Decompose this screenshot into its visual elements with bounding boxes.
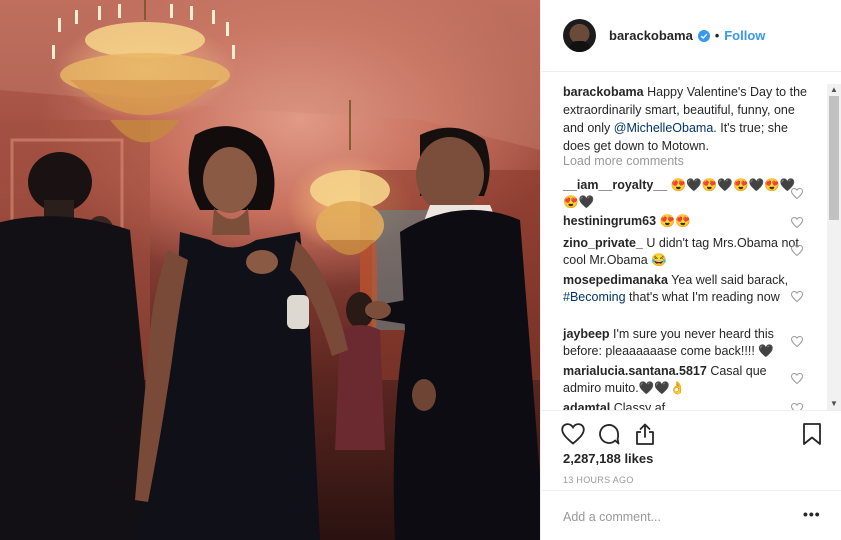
comment-item: marialucia.santana.5817 Casal que admiro… bbox=[563, 363, 803, 397]
comment-item: jaybeep I'm sure you never heard this be… bbox=[563, 326, 803, 360]
post-timestamp[interactable]: 13 HOURS AGO bbox=[563, 475, 634, 485]
comment-item: zino_private_ U didn't tag Mrs.Obama not… bbox=[563, 235, 803, 269]
comment-text: Classy af bbox=[613, 401, 666, 410]
header-username[interactable]: barackobama bbox=[609, 28, 693, 43]
chandelier-small bbox=[310, 100, 390, 255]
scroll-down-arrow-icon[interactable]: ▼ bbox=[827, 398, 841, 410]
comment-username[interactable]: adamtal bbox=[563, 401, 610, 410]
comment-bubble-icon[interactable] bbox=[597, 422, 621, 446]
avatar[interactable] bbox=[563, 19, 596, 52]
post-photo[interactable] bbox=[0, 0, 540, 540]
bookmark-save-icon[interactable] bbox=[800, 422, 824, 446]
comments-area[interactable]: barackobama Happy Valentine's Day to the… bbox=[541, 73, 841, 410]
scroll-up-arrow-icon[interactable]: ▲ bbox=[827, 84, 841, 96]
comment-username[interactable]: zino_private_ bbox=[563, 236, 643, 250]
comment-text: Yea well said barack, bbox=[671, 273, 789, 287]
post-sidebar: barackobama • Follow barackobama Happy V… bbox=[540, 0, 841, 540]
caption-username[interactable]: barackobama bbox=[563, 85, 644, 99]
post-header: barackobama • Follow bbox=[541, 0, 841, 72]
caption-mention-link[interactable]: @MichelleObama bbox=[614, 121, 714, 135]
comment-username[interactable]: hestiningrum63 bbox=[563, 214, 656, 228]
comment-text: that's what I'm reading now bbox=[629, 290, 780, 304]
comment-item: hestiningrum63 😍😍 bbox=[563, 213, 803, 230]
comment-text: 😍😍 bbox=[659, 214, 691, 228]
like-comment-heart-icon[interactable] bbox=[791, 403, 803, 410]
photo-illustration bbox=[0, 0, 540, 540]
like-comment-heart-icon[interactable] bbox=[791, 245, 803, 256]
like-comment-heart-icon[interactable] bbox=[791, 373, 803, 384]
likes-count[interactable]: 2,287,188 likes bbox=[563, 451, 653, 466]
comment-hashtag-link[interactable]: #Becoming bbox=[563, 290, 626, 304]
load-more-comments-button[interactable]: Load more comments bbox=[563, 154, 684, 168]
comments-scrollbar[interactable]: ▲ ▼ bbox=[827, 84, 841, 410]
comment-item: adamtal Classy af bbox=[563, 400, 803, 410]
like-comment-heart-icon[interactable] bbox=[791, 336, 803, 347]
verified-badge-icon bbox=[697, 29, 710, 42]
add-comment-bar: ••• bbox=[541, 490, 841, 540]
like-heart-icon[interactable] bbox=[561, 422, 585, 446]
share-icon[interactable] bbox=[633, 422, 657, 446]
header-separator: • bbox=[714, 28, 720, 43]
comment-username[interactable]: jaybeep bbox=[563, 327, 610, 341]
post-caption: barackobama Happy Valentine's Day to the… bbox=[563, 83, 813, 155]
scrollbar-thumb[interactable] bbox=[829, 96, 839, 220]
add-comment-input[interactable] bbox=[563, 510, 793, 524]
comment-username[interactable]: marialucia.santana.5817 bbox=[563, 364, 707, 378]
comment-item: __iam__royalty__ 😍🖤😍🖤😍🖤😍🖤😍🖤 bbox=[563, 177, 803, 211]
like-comment-heart-icon[interactable] bbox=[791, 291, 803, 302]
instagram-post: barackobama • Follow barackobama Happy V… bbox=[0, 0, 841, 540]
like-comment-heart-icon[interactable] bbox=[791, 217, 803, 228]
follow-button[interactable]: Follow bbox=[724, 28, 765, 43]
more-options-button[interactable]: ••• bbox=[803, 506, 821, 522]
like-comment-heart-icon[interactable] bbox=[791, 188, 803, 199]
comment-username[interactable]: mosepedimanaka bbox=[563, 273, 668, 287]
comment-username[interactable]: __iam__royalty__ bbox=[563, 178, 667, 192]
comment-item: mosepedimanaka Yea well said barack, #Be… bbox=[563, 272, 803, 306]
